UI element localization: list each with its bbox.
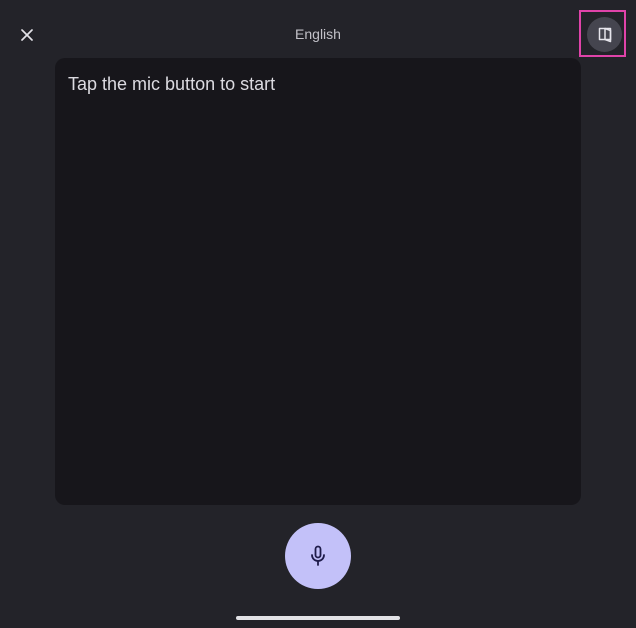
home-indicator[interactable] xyxy=(236,616,400,620)
mic-icon xyxy=(311,545,325,566)
transcript-mode-button[interactable] xyxy=(587,17,622,52)
language-title: English xyxy=(295,26,341,42)
transcript-prompt: Tap the mic button to start xyxy=(68,74,276,94)
book-open-icon xyxy=(598,27,611,42)
transcript-panel: Tap the mic button to start xyxy=(55,58,581,505)
mic-button[interactable] xyxy=(285,523,351,589)
